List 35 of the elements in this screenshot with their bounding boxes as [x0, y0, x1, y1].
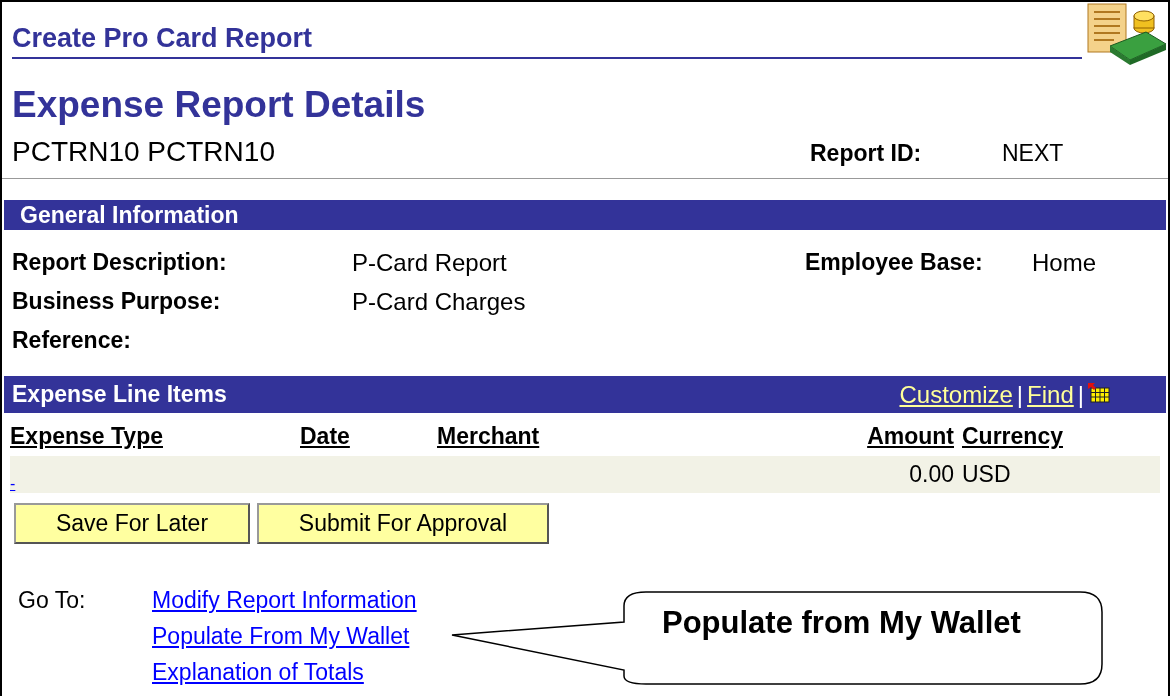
page-heading: Expense Report Details [11, 83, 427, 127]
header-link[interactable]: Find [1027, 380, 1074, 409]
page-title: Create Pro Card Report [12, 22, 1082, 59]
field-label: Business Purpose: [12, 288, 222, 315]
field-label: Employee Base: [805, 249, 984, 276]
field-value: P-Card Report [352, 248, 508, 277]
grid-icon[interactable] [1088, 380, 1110, 401]
report-id-label: Report ID: [810, 139, 923, 168]
separator-text: | [1077, 380, 1084, 409]
document-money-icon [1084, 2, 1168, 66]
table-cell: USD [962, 461, 1011, 488]
expense-type-link[interactable]: - [10, 475, 16, 493]
user-name: PCTRN10 PCTRN10 [12, 136, 276, 168]
section-title: Expense Line Items [12, 381, 228, 408]
column-header[interactable]: Currency [962, 413, 1160, 456]
action-button[interactable]: Save For Later [14, 503, 250, 544]
report-id-value: NEXT [1002, 139, 1064, 168]
goto-link[interactable]: Explanation of Totals [152, 654, 417, 690]
section-header: General Information [4, 200, 1166, 230]
column-header[interactable]: Amount [866, 413, 962, 456]
field-value: P-Card Charges [352, 287, 527, 316]
column-header[interactable]: Date [300, 413, 437, 456]
separator-text: | [1016, 380, 1024, 409]
goto-link[interactable]: Populate From My Wallet [152, 618, 417, 654]
table-cell: 0.00 [909, 461, 954, 488]
goto-label: Go To: [18, 586, 87, 615]
goto-link[interactable]: Modify Report Information [152, 582, 417, 618]
field-label: Report Description: [12, 249, 228, 276]
action-button[interactable]: Submit For Approval [257, 503, 549, 544]
column-header[interactable]: Expense Type [10, 413, 300, 456]
column-header[interactable]: Merchant [437, 413, 866, 456]
header-link[interactable]: Customize [899, 380, 1013, 409]
field-label: Reference: [12, 327, 132, 354]
field-value: Home [1032, 248, 1098, 277]
callout-text: Populate from My Wallet [662, 605, 1021, 641]
